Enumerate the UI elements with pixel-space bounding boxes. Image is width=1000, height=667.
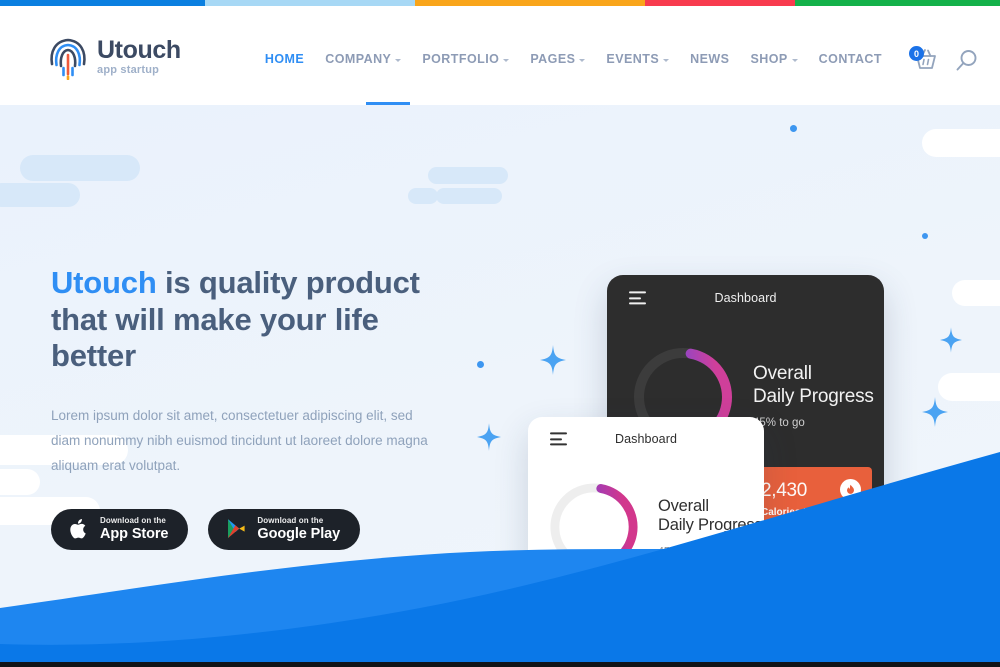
cloud-decoration	[408, 188, 438, 204]
hamburger-menu-icon[interactable]	[629, 291, 646, 305]
wave-decoration-front	[0, 452, 1000, 662]
search-button[interactable]	[955, 49, 978, 72]
nav-label-company: COMPANY	[325, 52, 392, 66]
nav-label-contact: CONTACT	[818, 52, 882, 66]
dot-decoration	[790, 125, 797, 132]
dark-progress-line2: Daily Progress	[753, 385, 874, 407]
dark-phone-topbar: Dashboard	[607, 275, 884, 321]
site-header: Utouch app startup HOME COMPANY PORTFOLI…	[0, 6, 1000, 105]
nav-label-home: HOME	[264, 52, 305, 66]
chevron-down-icon	[503, 58, 510, 62]
strip-segment-2	[205, 0, 415, 6]
fingerprint-icon	[50, 38, 86, 80]
dark-progress-line1: Overall	[753, 363, 812, 385]
main-navigation: HOME COMPANY PORTFOLIO PAGES EVENTS NEWS	[265, 52, 882, 66]
cloud-decoration	[952, 280, 1000, 306]
chevron-down-icon	[791, 58, 798, 62]
page-title: Utouch is quality product that will make…	[51, 265, 471, 375]
chevron-down-icon	[579, 58, 586, 62]
sparkle-decoration	[540, 345, 566, 375]
dot-decoration	[477, 361, 484, 368]
nav-label-events: EVENTS	[606, 52, 660, 66]
nav-label-shop: SHOP	[750, 52, 788, 66]
hero-title-brand: Utouch	[51, 265, 157, 300]
top-color-strip	[0, 0, 1000, 6]
nav-item-portfolio[interactable]: PORTFOLIO	[422, 52, 510, 66]
nav-item-news[interactable]: NEWS	[690, 52, 729, 66]
hero-section: Utouch is quality product that will make…	[0, 105, 1000, 662]
nav-item-events[interactable]: EVENTS	[606, 52, 670, 66]
chevron-down-icon	[663, 58, 670, 62]
sparkle-decoration	[940, 327, 962, 353]
logo-name: Utouch	[97, 36, 181, 64]
cart-badge: 0	[909, 46, 924, 61]
cloud-decoration	[436, 188, 502, 204]
header-actions: 0	[909, 46, 978, 72]
chevron-down-icon	[395, 58, 402, 62]
dark-phone-title: Dashboard	[714, 291, 777, 305]
nav-item-company[interactable]: COMPANY	[325, 52, 402, 66]
nav-item-contact[interactable]: CONTACT	[819, 52, 882, 66]
nav-item-pages[interactable]: PAGES	[530, 52, 586, 66]
strip-segment-5	[795, 0, 1000, 6]
strip-segment-1	[0, 0, 205, 6]
search-icon	[956, 49, 977, 70]
logo-tagline: app startup	[97, 64, 160, 76]
logo[interactable]: Utouch app startup	[48, 34, 181, 80]
cloud-decoration	[922, 129, 1000, 157]
cloud-decoration	[938, 373, 1000, 401]
nav-label-pages: PAGES	[530, 52, 576, 66]
cloud-decoration	[0, 183, 80, 207]
dot-decoration	[922, 233, 928, 239]
page-bottom-border	[0, 662, 1000, 667]
active-nav-indicator	[366, 102, 410, 105]
nav-label-portfolio: PORTFOLIO	[422, 52, 500, 66]
strip-segment-3	[415, 0, 645, 6]
cloud-decoration	[20, 155, 140, 181]
strip-segment-4	[645, 0, 795, 6]
page-root: Utouch app startup HOME COMPANY PORTFOLI…	[0, 0, 1000, 667]
nav-item-shop[interactable]: SHOP	[750, 52, 798, 66]
nav-label-news: NEWS	[690, 52, 730, 66]
nav-item-home[interactable]: HOME	[265, 52, 304, 66]
cloud-decoration	[428, 167, 508, 184]
cart-button[interactable]: 0	[909, 46, 938, 72]
